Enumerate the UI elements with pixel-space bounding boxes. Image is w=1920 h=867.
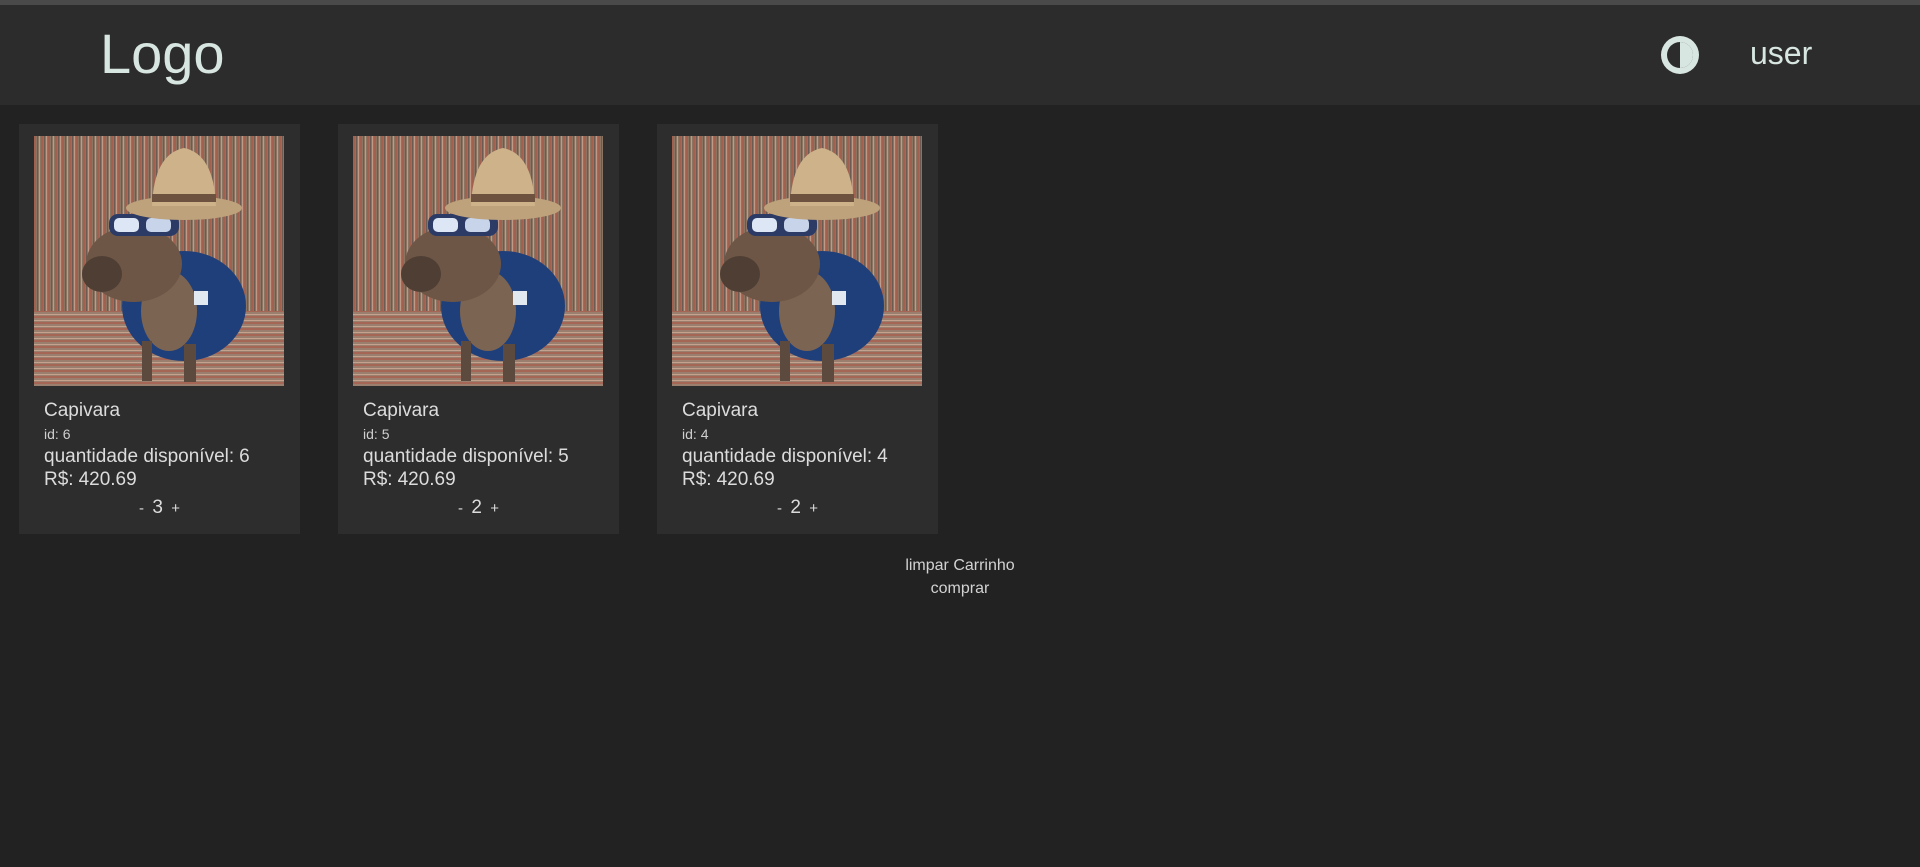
product-stock-label: quantidade disponível:	[682, 446, 873, 467]
cart-actions: limpar Carrinho comprar	[860, 554, 1060, 600]
quantity-value: 2	[790, 497, 801, 518]
product-id-label: id:	[44, 426, 59, 442]
product-price: R$: 420.69	[682, 469, 775, 491]
increment-button[interactable]: +	[168, 500, 183, 517]
product-image	[672, 136, 922, 386]
buy-button[interactable]: comprar	[860, 577, 1060, 600]
quantity-value: 3	[152, 497, 163, 518]
product-name: Capivara	[363, 400, 440, 421]
quantity-stepper: - 3 +	[19, 497, 300, 519]
product-stock: quantidade disponível: 6	[44, 446, 250, 468]
product-stock: quantidade disponível: 4	[682, 446, 888, 468]
theme-toggle-graphic	[1661, 36, 1699, 74]
product-price: R$: 420.69	[363, 469, 456, 491]
capybara-photo	[672, 136, 922, 386]
top-bar: Logo user	[0, 5, 1920, 105]
clear-cart-button[interactable]: limpar Carrinho	[860, 554, 1060, 577]
product-id: id: 5	[363, 426, 390, 442]
product-stock: quantidade disponível: 5	[363, 446, 569, 468]
product-price: R$: 420.69	[44, 469, 137, 491]
product-stock-label: quantidade disponível:	[44, 446, 235, 467]
increment-button[interactable]: +	[806, 500, 821, 517]
product-price-value: 420.69	[78, 469, 137, 490]
product-price-value: 420.69	[716, 469, 775, 490]
decrement-button[interactable]: -	[455, 500, 466, 517]
product-id-value: 5	[381, 426, 390, 442]
logo[interactable]: Logo	[100, 23, 225, 85]
product-id: id: 6	[44, 426, 71, 442]
product-name: Capivara	[44, 400, 121, 421]
quantity-value: 2	[471, 497, 482, 518]
product-card: Capivara id: 6 quantidade disponível: 6 R$…	[19, 124, 300, 534]
product-price-label: R$:	[44, 469, 74, 490]
user-menu[interactable]: user	[1750, 37, 1812, 69]
quantity-stepper: - 2 +	[338, 497, 619, 519]
decrement-button[interactable]: -	[774, 500, 785, 517]
product-image	[34, 136, 284, 386]
product-card: Capivara id: 5 quantidade disponível: 5 R$…	[338, 124, 619, 534]
product-id-value: 4	[700, 426, 709, 442]
product-image	[353, 136, 603, 386]
product-stock-value: 5	[558, 446, 569, 467]
increment-button[interactable]: +	[487, 500, 502, 517]
product-id-value: 6	[62, 426, 71, 442]
product-stock-label: quantidade disponível:	[363, 446, 554, 467]
contrast-icon[interactable]	[1659, 34, 1701, 76]
product-price-label: R$:	[363, 469, 393, 490]
product-id-label: id:	[363, 426, 378, 442]
decrement-button[interactable]: -	[136, 500, 147, 517]
product-stock-value: 4	[877, 446, 888, 467]
product-card: Capivara id: 4 quantidade disponível: 4 R$…	[657, 124, 938, 534]
capybara-photo	[353, 136, 603, 386]
product-stock-value: 6	[239, 446, 250, 467]
product-name: Capivara	[682, 400, 759, 421]
product-id: id: 4	[682, 426, 709, 442]
product-id-label: id:	[682, 426, 697, 442]
quantity-stepper: - 2 +	[657, 497, 938, 519]
product-price-value: 420.69	[397, 469, 456, 490]
capybara-photo	[34, 136, 284, 386]
product-price-label: R$:	[682, 469, 712, 490]
